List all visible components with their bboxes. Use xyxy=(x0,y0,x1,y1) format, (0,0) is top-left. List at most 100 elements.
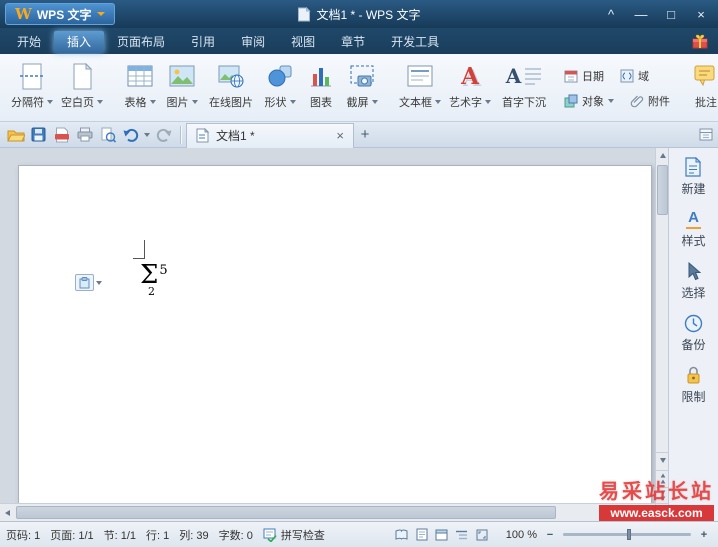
chevron-down-icon xyxy=(47,100,53,104)
sidebar-item-styles[interactable]: A 样式 xyxy=(681,209,705,249)
date-button[interactable]: 日期 xyxy=(564,68,604,84)
styles-icon: A xyxy=(686,209,701,229)
sidebar-item-backup[interactable]: 备份 xyxy=(681,314,706,353)
fullscreen-icon[interactable] xyxy=(474,527,490,543)
break-button[interactable]: 分隔符 xyxy=(7,59,57,111)
field-button[interactable]: 域 xyxy=(620,68,649,84)
chevron-down-icon xyxy=(96,12,105,16)
break-label: 分隔符 xyxy=(11,97,44,109)
tab-references[interactable]: 引用 xyxy=(178,31,228,53)
web-layout-icon[interactable] xyxy=(434,527,450,543)
new-tab-button[interactable]: + xyxy=(354,124,376,146)
document-icon xyxy=(297,6,311,22)
right-sidebar: 新建 A 样式 选择 备份 限制 xyxy=(668,148,718,521)
equation[interactable]: Σ5 2 xyxy=(140,262,168,298)
collapse-ribbon-button[interactable]: ^ xyxy=(596,0,626,28)
horizontal-scrollbar[interactable] xyxy=(0,503,655,521)
redo-button[interactable] xyxy=(153,124,174,145)
zoom-out-button[interactable]: − xyxy=(544,529,556,541)
open-button[interactable] xyxy=(5,124,26,145)
shapes-icon xyxy=(262,60,298,92)
status-bar: 页码: 1 页面: 1/1 节: 1/1 行: 1 列: 39 字数: 0 拼写… xyxy=(0,521,718,547)
tab-home[interactable]: 开始 xyxy=(4,31,54,53)
reading-layout-icon[interactable] xyxy=(394,527,410,543)
vertical-scroll-thumb[interactable] xyxy=(657,165,668,215)
table-button[interactable]: 表格 xyxy=(119,59,161,111)
wordart-button[interactable]: A 艺术字 xyxy=(445,59,495,111)
screenshot-label: 截屏 xyxy=(346,97,369,109)
tab-page-layout[interactable]: 页面布局 xyxy=(104,31,178,53)
zoom-in-button[interactable]: + xyxy=(698,529,710,541)
chart-button[interactable]: 图表 xyxy=(301,59,341,111)
tab-view[interactable]: 视图 xyxy=(278,31,328,53)
object-button[interactable]: 对象 xyxy=(564,93,614,109)
screenshot-button[interactable]: 截屏 xyxy=(341,59,383,111)
minimize-button[interactable]: — xyxy=(626,0,656,28)
sidebar-item-label: 限制 xyxy=(681,389,706,404)
ribbon-group-pages: 分隔符 空白页 xyxy=(2,58,112,119)
sidebar-item-restrict[interactable]: 限制 xyxy=(681,366,706,405)
tab-list-icon[interactable] xyxy=(699,128,713,141)
sidebar-item-select[interactable]: 选择 xyxy=(681,261,706,301)
spell-check-icon xyxy=(263,528,277,542)
paste-options-button[interactable] xyxy=(75,274,102,291)
outline-view-icon[interactable] xyxy=(454,527,470,543)
blank-page-button[interactable]: 空白页 xyxy=(57,59,107,111)
document-icon xyxy=(196,128,209,143)
print-button[interactable] xyxy=(74,124,95,145)
scroll-left-button[interactable] xyxy=(0,504,15,521)
close-button[interactable]: × xyxy=(686,0,716,28)
wps-menu-button[interactable]: W WPS 文字 xyxy=(5,3,115,25)
tab-section[interactable]: 章节 xyxy=(328,31,378,53)
horizontal-scroll-thumb[interactable] xyxy=(16,506,556,519)
status-word-count[interactable]: 字数: 0 xyxy=(219,527,253,543)
document-page[interactable]: Σ5 2 xyxy=(18,165,652,503)
watermark-title: 易采站长站 xyxy=(599,481,714,503)
undo-dropdown-icon[interactable] xyxy=(144,132,150,137)
picture-button[interactable]: 图片 xyxy=(161,59,203,111)
shapes-button[interactable]: 形状 xyxy=(259,59,301,111)
zoom-slider-thumb[interactable] xyxy=(627,529,631,540)
print-preview-button[interactable] xyxy=(97,124,118,145)
vertical-scrollbar[interactable] xyxy=(655,148,669,503)
drop-cap-button[interactable]: A 首字下沉 xyxy=(495,59,553,111)
document-tab[interactable]: 文档1 * × xyxy=(186,122,354,148)
new-document-icon xyxy=(684,157,702,177)
attachment-button[interactable]: 附件 xyxy=(630,93,670,109)
drop-cap-icon: A xyxy=(505,64,542,88)
page-view-icon[interactable] xyxy=(414,527,430,543)
online-picture-button[interactable]: 在线图片 xyxy=(203,59,259,111)
sidebar-item-new[interactable]: 新建 xyxy=(681,157,706,197)
ribbon-group-media: 表格 图片 在线图片 形状 图表 截屏 xyxy=(114,58,388,119)
sidebar-item-label: 新建 xyxy=(681,182,706,196)
view-switcher xyxy=(394,527,490,543)
window-controls: ^ — □ × xyxy=(596,0,716,28)
export-pdf-button[interactable] xyxy=(51,124,72,145)
undo-button[interactable] xyxy=(120,124,141,145)
chevron-down-icon xyxy=(608,99,614,103)
zoom-slider[interactable] xyxy=(563,529,691,540)
ribbon-group-text: 文本框 A 艺术字 A 首字下沉 xyxy=(390,58,558,119)
chart-icon xyxy=(304,60,338,92)
tab-review[interactable]: 审阅 xyxy=(228,31,278,53)
tab-developer[interactable]: 开发工具 xyxy=(378,31,452,53)
watermark: 易采站长站 www.easck.com xyxy=(599,475,714,521)
ribbon-group-insert-misc: 日期 域 对象 附件 xyxy=(560,58,674,119)
zoom-controls: 100 % − + xyxy=(506,529,710,541)
tab-insert[interactable]: 插入 xyxy=(54,30,105,53)
chevron-down-icon xyxy=(191,100,198,104)
watermark-url: www.easck.com xyxy=(599,505,714,521)
spell-check-toggle[interactable]: 拼写检查 xyxy=(263,527,325,543)
comment-button[interactable]: 批注 xyxy=(681,59,718,111)
status-section: 节: 1/1 xyxy=(103,529,137,542)
chevron-down-icon xyxy=(435,100,441,104)
maximize-button[interactable]: □ xyxy=(656,0,686,28)
gift-icon[interactable] xyxy=(692,34,708,49)
text-box-button[interactable]: 文本框 xyxy=(395,59,445,111)
close-tab-icon[interactable]: × xyxy=(336,129,344,142)
date-label: 日期 xyxy=(582,71,604,83)
chart-label: 图表 xyxy=(310,97,332,109)
save-button[interactable] xyxy=(28,124,49,145)
document-tab-label: 文档1 * xyxy=(216,129,255,143)
blank-page-label: 空白页 xyxy=(61,97,94,109)
